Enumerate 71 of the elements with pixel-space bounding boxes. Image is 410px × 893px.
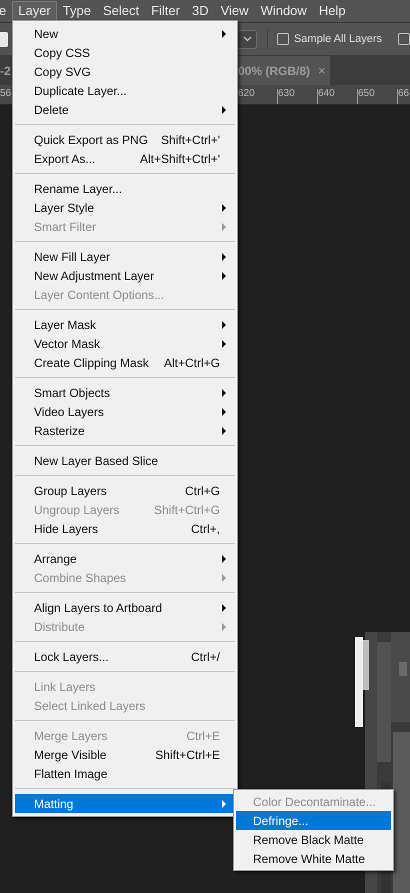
menu-item[interactable]: Delete [15,100,235,119]
submenu-arrow-icon [222,106,226,114]
submenu-arrow-icon [222,800,226,808]
dropdown[interactable] [238,30,258,48]
menu-item[interactable]: Create Clipping Mask Alt+Ctrl+G [15,353,235,372]
menu-item[interactable]: Arrange [15,549,235,568]
ruler-label: 640 [318,89,335,99]
menu-item[interactable]: Hide Layers Ctrl+, [15,519,235,538]
menu-item[interactable]: Quick Export as PNG Shift+Ctrl+' [15,130,235,149]
menu-item[interactable]: New Adjustment Layer [15,266,235,285]
shortcut-label: Alt+Ctrl+G [164,354,220,372]
submenu-arrow-icon [222,604,226,612]
menu-item[interactable]: Group Layers Ctrl+G [15,481,235,500]
shortcut-label: Ctrl+/ [190,648,220,666]
menu-item[interactable]: Merge Visible Shift+Ctrl+E [15,745,235,764]
menu-item[interactable]: Rasterize [15,421,235,440]
menu-item[interactable]: New [15,24,235,43]
menu-item[interactable]: Layer Style [15,198,235,217]
submenu-arrow-icon [222,204,226,212]
menu-item[interactable]: Layer Mask [15,315,235,334]
menu-item[interactable]: Defringe... [236,811,391,830]
menu-bar-item[interactable]: 3D [186,0,215,22]
submenu-arrow-icon [222,408,226,416]
submenu-arrow-icon [222,222,226,230]
submenu-arrow-icon [222,320,226,328]
submenu-arrow-icon [222,554,226,562]
submenu-arrow-icon [222,388,226,396]
checkbox[interactable] [276,33,289,45]
menu-item[interactable]: Align Layers to Artboard [15,598,235,617]
menu-item[interactable]: Lock Layers... Ctrl+/ [15,647,235,666]
menu-item[interactable]: Remove Black Matte [236,830,391,849]
submenu-arrow-icon [222,252,226,260]
menu-item[interactable]: Rename Layer... [15,179,235,198]
shortcut-label: Shift+Ctrl+' [161,132,220,148]
submenu-arrow-icon [222,272,226,280]
menu-item[interactable]: Export As... Alt+Shift+Ctrl+' [15,149,235,168]
submenu-arrow-icon [222,574,226,582]
menu-bar-item[interactable]: Type [56,0,97,22]
shortcut-label: Ctrl+, [190,520,220,538]
menu-item[interactable]: Smart Objects [15,383,235,402]
menu-item[interactable]: Remove White Matte [236,849,391,868]
chevron-down-icon [243,36,252,42]
menu-bar-item[interactable]: Window [254,0,313,22]
menu-item[interactable]: New Fill Layer [15,247,235,266]
menu-bar-item[interactable]: Help [312,0,352,22]
ruler-label: 650 [358,89,375,99]
menu-bar-item[interactable]: View [214,0,255,22]
submenu-arrow-icon [222,30,226,38]
menu-item[interactable]: New Layer Based Slice [15,451,235,470]
ruler-label: 56 [0,89,12,99]
menu-bar-item[interactable]: Select [96,0,146,22]
menu-item[interactable]: Matting [15,794,235,813]
menu-bar-item[interactable]: Filter [145,0,186,22]
shortcut-label: Alt+Shift+Ctrl+' [140,150,220,168]
shortcut-label: Shift+Ctrl+G [154,502,220,518]
shortcut-label: Ctrl+G [184,482,220,500]
checkbox-label: Sample All Layers [294,32,382,47]
checkbox[interactable] [398,33,410,45]
menu-item[interactable]: Vector Mask [15,334,235,353]
ruler-label: 66 [398,89,410,99]
menu-item[interactable]: Video Layers [15,402,235,421]
ruler-label: 630 [278,89,295,99]
submenu-arrow-icon [222,426,226,434]
shortcut-label: Ctrl+E [186,728,220,744]
shortcut-label: Shift+Ctrl+E [155,746,220,764]
submenu-arrow-icon [222,622,226,630]
menu-item[interactable]: Flatten Image [15,764,235,783]
menu-bar-item[interactable]: Layer [12,0,57,22]
ruler-label: 620 [238,89,255,99]
tool-preset-button[interactable] [0,32,8,46]
submenu-arrow-icon [222,340,226,348]
